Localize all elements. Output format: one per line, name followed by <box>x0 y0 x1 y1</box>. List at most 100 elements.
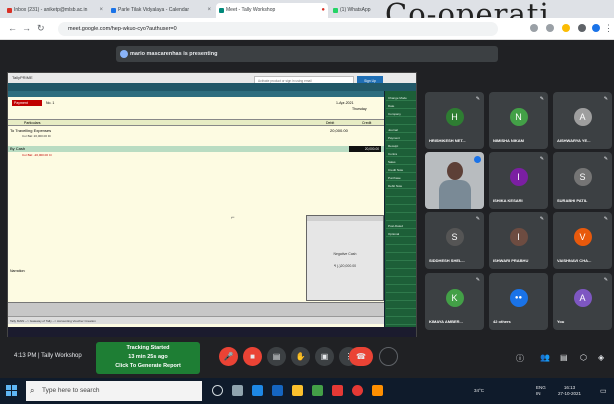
participant-name: SIDDHESH SHEL... <box>429 258 465 263</box>
self-name: You <box>557 319 565 324</box>
tally-side-item[interactable] <box>386 207 416 213</box>
participant-tile[interactable]: ✎ I ISHIKA KESARI <box>489 152 548 209</box>
extensions-icon[interactable] <box>578 24 586 32</box>
tally-side-item[interactable]: Company <box>386 111 416 117</box>
extension-button[interactable] <box>379 347 398 366</box>
profile-avatar[interactable] <box>592 24 600 32</box>
participant-tile[interactable]: ✎ S SURABHI PATIL <box>553 152 612 209</box>
file-explorer-icon[interactable] <box>292 385 303 396</box>
entry-line-1-balance: Cur Bal: 20,000.00 Dr <box>22 134 52 138</box>
language-indicator[interactable]: ENG IN <box>536 385 546 397</box>
participant-tile[interactable]: ✎ I ISHWARI PRABHU <box>489 212 548 269</box>
zoom-icon[interactable] <box>546 24 554 32</box>
participant-tile[interactable]: ✎ H HRISHIKESH NET... <box>425 92 484 149</box>
entry-line-2[interactable]: By Cash <box>10 146 25 151</box>
chrome-icon[interactable] <box>312 385 323 396</box>
tally-side-item[interactable] <box>386 271 416 277</box>
tally-side-item[interactable]: Change Mode <box>386 95 416 101</box>
camera-toggle-button[interactable]: ■ <box>243 347 262 366</box>
popup-amount: ₹ (-)20,000.00 <box>333 264 357 268</box>
tally-side-item[interactable]: Payment <box>386 135 416 141</box>
tracking-status: Tracking Started <box>126 345 170 351</box>
tally-side-item[interactable]: Purchase <box>386 175 416 181</box>
tally-side-item[interactable]: Receipt <box>386 143 416 149</box>
taskbar-search-input[interactable]: ⌕ Type here to search <box>26 381 202 401</box>
tally-side-item[interactable] <box>386 263 416 269</box>
participant-tile[interactable]: ✎ A AISHWARYA YE... <box>553 92 612 149</box>
raise-hand-button[interactable]: ✋ <box>291 347 310 366</box>
tally-side-item[interactable] <box>386 215 416 221</box>
opera-icon[interactable] <box>352 385 363 396</box>
tally-side-item[interactable] <box>386 279 416 285</box>
tally-side-item[interactable]: Debit Note <box>386 183 416 189</box>
generate-report-link[interactable]: Click To Generate Report <box>96 362 200 371</box>
cortana-icon[interactable] <box>212 385 223 396</box>
mic-off-icon: ✎ <box>539 216 544 222</box>
tab-meet[interactable]: Meet - Tally Workshop ● <box>216 3 328 18</box>
entry-line-2-amount[interactable]: 20,000.00 <box>349 146 381 152</box>
tally-side-item[interactable] <box>386 239 416 245</box>
tally-side-item[interactable] <box>386 303 416 309</box>
tally-side-item[interactable] <box>386 199 416 205</box>
tally-side-item[interactable]: Sales <box>386 159 416 165</box>
tab-gmail[interactable]: Inbox (231) - aniketp@mlsb.ac.in × <box>4 3 106 18</box>
tally-side-item[interactable]: Post-Dated <box>386 223 416 229</box>
tally-side-item[interactable]: Journal <box>386 127 416 133</box>
weather-temperature[interactable]: 34°C <box>474 388 484 393</box>
info-icon[interactable]: ⓘ <box>516 353 524 364</box>
leave-call-button[interactable]: ☎ <box>349 347 373 366</box>
voucher-date: 1-Apr-2021 <box>336 101 354 105</box>
back-icon[interactable]: ← <box>8 23 17 33</box>
task-view-icon[interactable] <box>232 385 243 396</box>
participant-tile[interactable]: ✎ S SIDDHESH SHEL... <box>425 212 484 269</box>
self-tile[interactable]: ✎ A You <box>553 273 612 330</box>
close-icon[interactable]: × <box>207 3 211 18</box>
tally-side-item[interactable]: Optional <box>386 231 416 237</box>
mic-off-icon: ✎ <box>603 156 608 162</box>
menu-icon[interactable]: ⋮ <box>604 23 613 34</box>
activities-icon[interactable]: ⬡ <box>580 353 587 362</box>
tally-side-item[interactable] <box>386 287 416 293</box>
tally-icon[interactable] <box>372 385 383 396</box>
notification-icon[interactable]: ▭ <box>600 387 607 395</box>
star-icon[interactable] <box>562 24 570 32</box>
tab-calendar[interactable]: Parle Tilak Vidyalaya - Calendar × <box>108 3 214 18</box>
store-icon[interactable] <box>252 385 263 396</box>
close-icon[interactable]: × <box>99 3 103 18</box>
tally-side-item[interactable] <box>386 295 416 301</box>
tab-whatsapp[interactable]: (1) WhatsApp <box>330 3 390 18</box>
app-icon[interactable] <box>332 385 343 396</box>
participant-tile[interactable]: ✎ V VAISHNAVI CHA... <box>553 212 612 269</box>
tally-side-item[interactable] <box>386 319 416 325</box>
tally-side-item[interactable]: Contra <box>386 151 416 157</box>
tally-side-item[interactable] <box>386 191 416 197</box>
others-tile[interactable]: ●● 42 others <box>489 273 548 330</box>
mic-toggle-button[interactable]: 🎤 <box>219 347 238 366</box>
chat-icon[interactable]: ▤ <box>560 353 568 362</box>
mic-off-icon: ✎ <box>539 96 544 102</box>
tally-side-item[interactable]: Date <box>386 103 416 109</box>
tally-side-item[interactable] <box>386 255 416 261</box>
tally-side-item[interactable] <box>386 311 416 317</box>
entry-line-2-row[interactable] <box>8 146 384 152</box>
forward-icon[interactable]: → <box>22 23 31 33</box>
present-button[interactable]: ▣ <box>315 347 334 366</box>
captions-button[interactable]: ▤ <box>267 347 286 366</box>
participant-tile[interactable]: ✎ K KIMAYA AMBER... <box>425 273 484 330</box>
participant-tile[interactable]: ✎ N NIMISHA NIKAM <box>489 92 548 149</box>
tally-side-item[interactable] <box>386 247 416 253</box>
reload-icon[interactable]: ↻ <box>37 23 45 34</box>
tally-side-item[interactable] <box>386 119 416 125</box>
system-clock[interactable]: 16:13 27-10-2021 <box>558 385 581 397</box>
url-field[interactable]: meet.google.com/hep-wkuo-cyo?authuser=0 <box>58 22 498 36</box>
camera-icon[interactable] <box>530 24 538 32</box>
edge-icon[interactable] <box>272 385 283 396</box>
meet-controls-bar: 4:13 PM | Tally Workshop Tracking Starte… <box>0 337 614 378</box>
tracking-widget[interactable]: Tracking Started 13 min 25s ago Click To… <box>96 342 200 374</box>
people-icon[interactable]: 👥 <box>540 353 550 362</box>
lock-icon[interactable]: ◈ <box>598 353 604 362</box>
participant-video-tile[interactable] <box>425 152 484 209</box>
entry-line-1[interactable]: To Travelling Expenses <box>10 128 51 133</box>
start-icon[interactable] <box>6 385 17 396</box>
tally-side-item[interactable]: Credit Note <box>386 167 416 173</box>
